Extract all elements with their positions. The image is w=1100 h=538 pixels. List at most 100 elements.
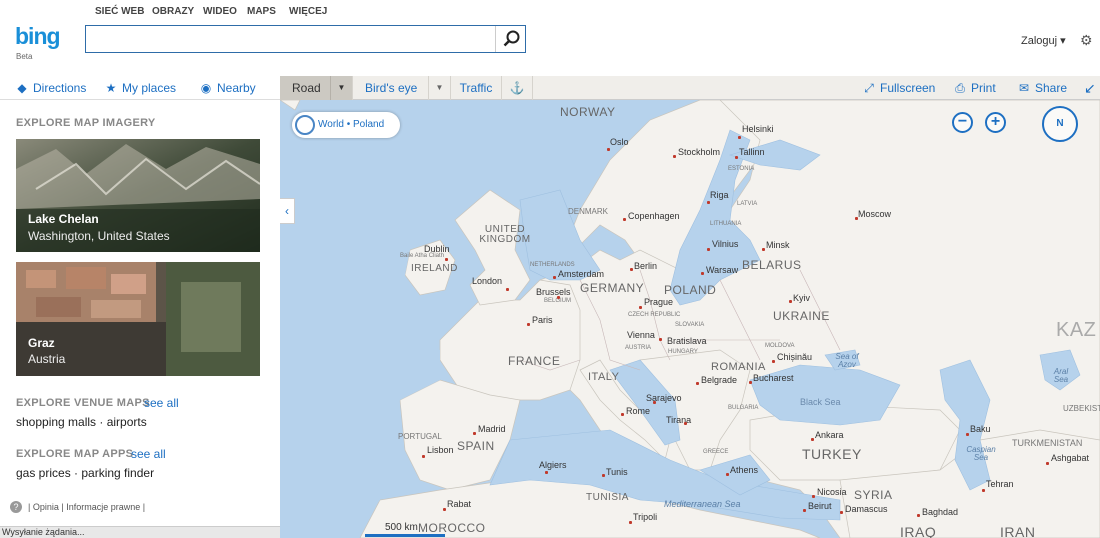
- label-turkmenistan: TURKMENISTAN: [1012, 438, 1083, 448]
- city-marker[interactable]: [707, 248, 710, 251]
- city-marker[interactable]: [738, 136, 741, 139]
- city-marker[interactable]: [443, 508, 446, 511]
- label-morocco: MOROCCO: [418, 521, 486, 535]
- label-lisbon: Lisbon: [427, 445, 454, 455]
- city-marker[interactable]: [840, 511, 843, 514]
- nearby-label: Nearby: [217, 81, 256, 95]
- city-marker[interactable]: [1046, 462, 1049, 465]
- search-input[interactable]: [88, 28, 488, 50]
- bing-logo[interactable]: bing Beta: [15, 25, 61, 62]
- city-marker[interactable]: [762, 248, 765, 251]
- label-rabat: Rabat: [447, 499, 472, 509]
- city-marker[interactable]: [623, 218, 626, 221]
- share-button[interactable]: ✉ Share: [1017, 81, 1067, 95]
- label-hungary: HUNGARY: [668, 349, 698, 355]
- city-marker[interactable]: [527, 323, 530, 326]
- directions-button[interactable]: ◆ Directions: [15, 81, 86, 95]
- city-marker[interactable]: [789, 300, 792, 303]
- label-copenhagen: Copenhagen: [628, 211, 680, 221]
- city-marker[interactable]: [422, 455, 425, 458]
- label-aral-sea: Aral Sea: [1053, 367, 1069, 384]
- breadcrumb-text[interactable]: World • Poland: [318, 119, 384, 130]
- my-places-button[interactable]: ★ My places: [104, 81, 176, 95]
- city-marker[interactable]: [811, 438, 814, 441]
- nav-video[interactable]: WIDEO: [203, 6, 237, 17]
- label-oslo: Oslo: [610, 137, 629, 147]
- city-marker[interactable]: [726, 473, 729, 476]
- nearby-button[interactable]: ◉ Nearby: [199, 81, 256, 95]
- fullscreen-button[interactable]: ⤢ Fullscreen: [862, 81, 935, 96]
- footer-links[interactable]: | Opinia | Informacje prawne |: [28, 502, 145, 512]
- chevron-down-icon[interactable]: ▼: [428, 76, 450, 100]
- city-marker[interactable]: [602, 474, 605, 477]
- city-marker[interactable]: [701, 272, 704, 275]
- venue-see-all-link[interactable]: see all: [144, 396, 179, 410]
- thumbnail-graz[interactable]: Graz Austria: [16, 262, 260, 376]
- label-tirana: Tirana: [666, 415, 692, 425]
- nav-images[interactable]: OBRAZY: [152, 6, 194, 17]
- zoom-out-button[interactable]: −: [952, 112, 973, 133]
- city-marker[interactable]: [982, 489, 985, 492]
- city-marker[interactable]: [629, 521, 632, 524]
- city-marker[interactable]: [607, 148, 610, 151]
- city-marker[interactable]: [506, 288, 509, 291]
- locate-icon[interactable]: [295, 115, 315, 135]
- label-beirut: Beirut: [808, 501, 832, 511]
- city-marker[interactable]: [917, 514, 920, 517]
- city-marker[interactable]: [473, 432, 476, 435]
- city-marker[interactable]: [553, 276, 556, 279]
- city-marker[interactable]: [696, 382, 699, 385]
- label-helsinki: Helsinki: [742, 124, 774, 134]
- search-box: [85, 25, 526, 53]
- label-norway: NORWAY: [560, 105, 616, 119]
- nav-maps[interactable]: MAPS: [247, 6, 276, 17]
- label-black-sea: Black Sea: [800, 397, 841, 407]
- label-tallinn: Tallinn: [739, 147, 765, 157]
- zoom-in-button[interactable]: +: [985, 112, 1006, 133]
- traffic-tab[interactable]: Traffic: [451, 76, 502, 100]
- city-marker[interactable]: [855, 217, 858, 220]
- city-marker[interactable]: [630, 268, 633, 271]
- city-marker[interactable]: [659, 338, 662, 341]
- city-marker[interactable]: [445, 258, 448, 261]
- city-marker[interactable]: [735, 156, 738, 159]
- gear-icon[interactable]: ⚙: [1080, 32, 1093, 49]
- city-marker[interactable]: [749, 381, 752, 384]
- city-marker[interactable]: [545, 471, 548, 474]
- city-marker[interactable]: [966, 433, 969, 436]
- birds-eye-label: Bird's eye: [365, 81, 418, 95]
- sign-in-link[interactable]: Zaloguj ▾: [1021, 34, 1066, 47]
- city-marker[interactable]: [673, 155, 676, 158]
- city-marker[interactable]: [812, 495, 815, 498]
- apps-see-all-link[interactable]: see all: [131, 447, 166, 461]
- city-marker[interactable]: [772, 360, 775, 363]
- label-ukraine: UKRAINE: [773, 309, 830, 323]
- city-marker[interactable]: [639, 306, 642, 309]
- nav-more[interactable]: WIĘCEJ: [289, 6, 327, 17]
- search-button[interactable]: [495, 26, 525, 52]
- thumbnail-lake-chelan[interactable]: Lake Chelan Washington, United States: [16, 139, 260, 252]
- birds-eye-tab[interactable]: Bird's eye ▼: [353, 76, 451, 100]
- fullscreen-label: Fullscreen: [880, 81, 936, 95]
- apps-links[interactable]: gas prices · parking finder: [16, 466, 154, 480]
- city-marker[interactable]: [621, 413, 624, 416]
- city-marker[interactable]: [803, 509, 806, 512]
- label-moldova: MOLDOVA: [765, 343, 795, 349]
- map-breadcrumb[interactable]: World • Poland: [292, 112, 400, 138]
- venue-links[interactable]: shopping malls · airports: [16, 415, 147, 429]
- chevron-down-icon[interactable]: ▼: [330, 76, 352, 100]
- print-button[interactable]: ⎙ Print: [953, 81, 996, 96]
- help-icon[interactable]: ?: [10, 501, 22, 513]
- collapse-panel-button[interactable]: ‹: [280, 198, 295, 224]
- compass-icon[interactable]: N: [1042, 106, 1078, 142]
- city-marker[interactable]: [557, 296, 560, 299]
- city-marker[interactable]: [653, 401, 656, 404]
- collapse-arrow-icon[interactable]: ↙: [1084, 80, 1096, 97]
- nav-web[interactable]: SIEĆ WEB: [95, 6, 144, 17]
- label-ashgabat: Ashgabat: [1051, 453, 1090, 463]
- map-canvas[interactable]: NORWAY UNITED KINGDOM IRELAND FRANCE SPA…: [280, 100, 1100, 538]
- city-marker[interactable]: [684, 422, 687, 425]
- pin-icon[interactable]: ⚓: [502, 76, 533, 100]
- road-view-tab[interactable]: Road ▼: [280, 76, 353, 100]
- city-marker[interactable]: [707, 201, 710, 204]
